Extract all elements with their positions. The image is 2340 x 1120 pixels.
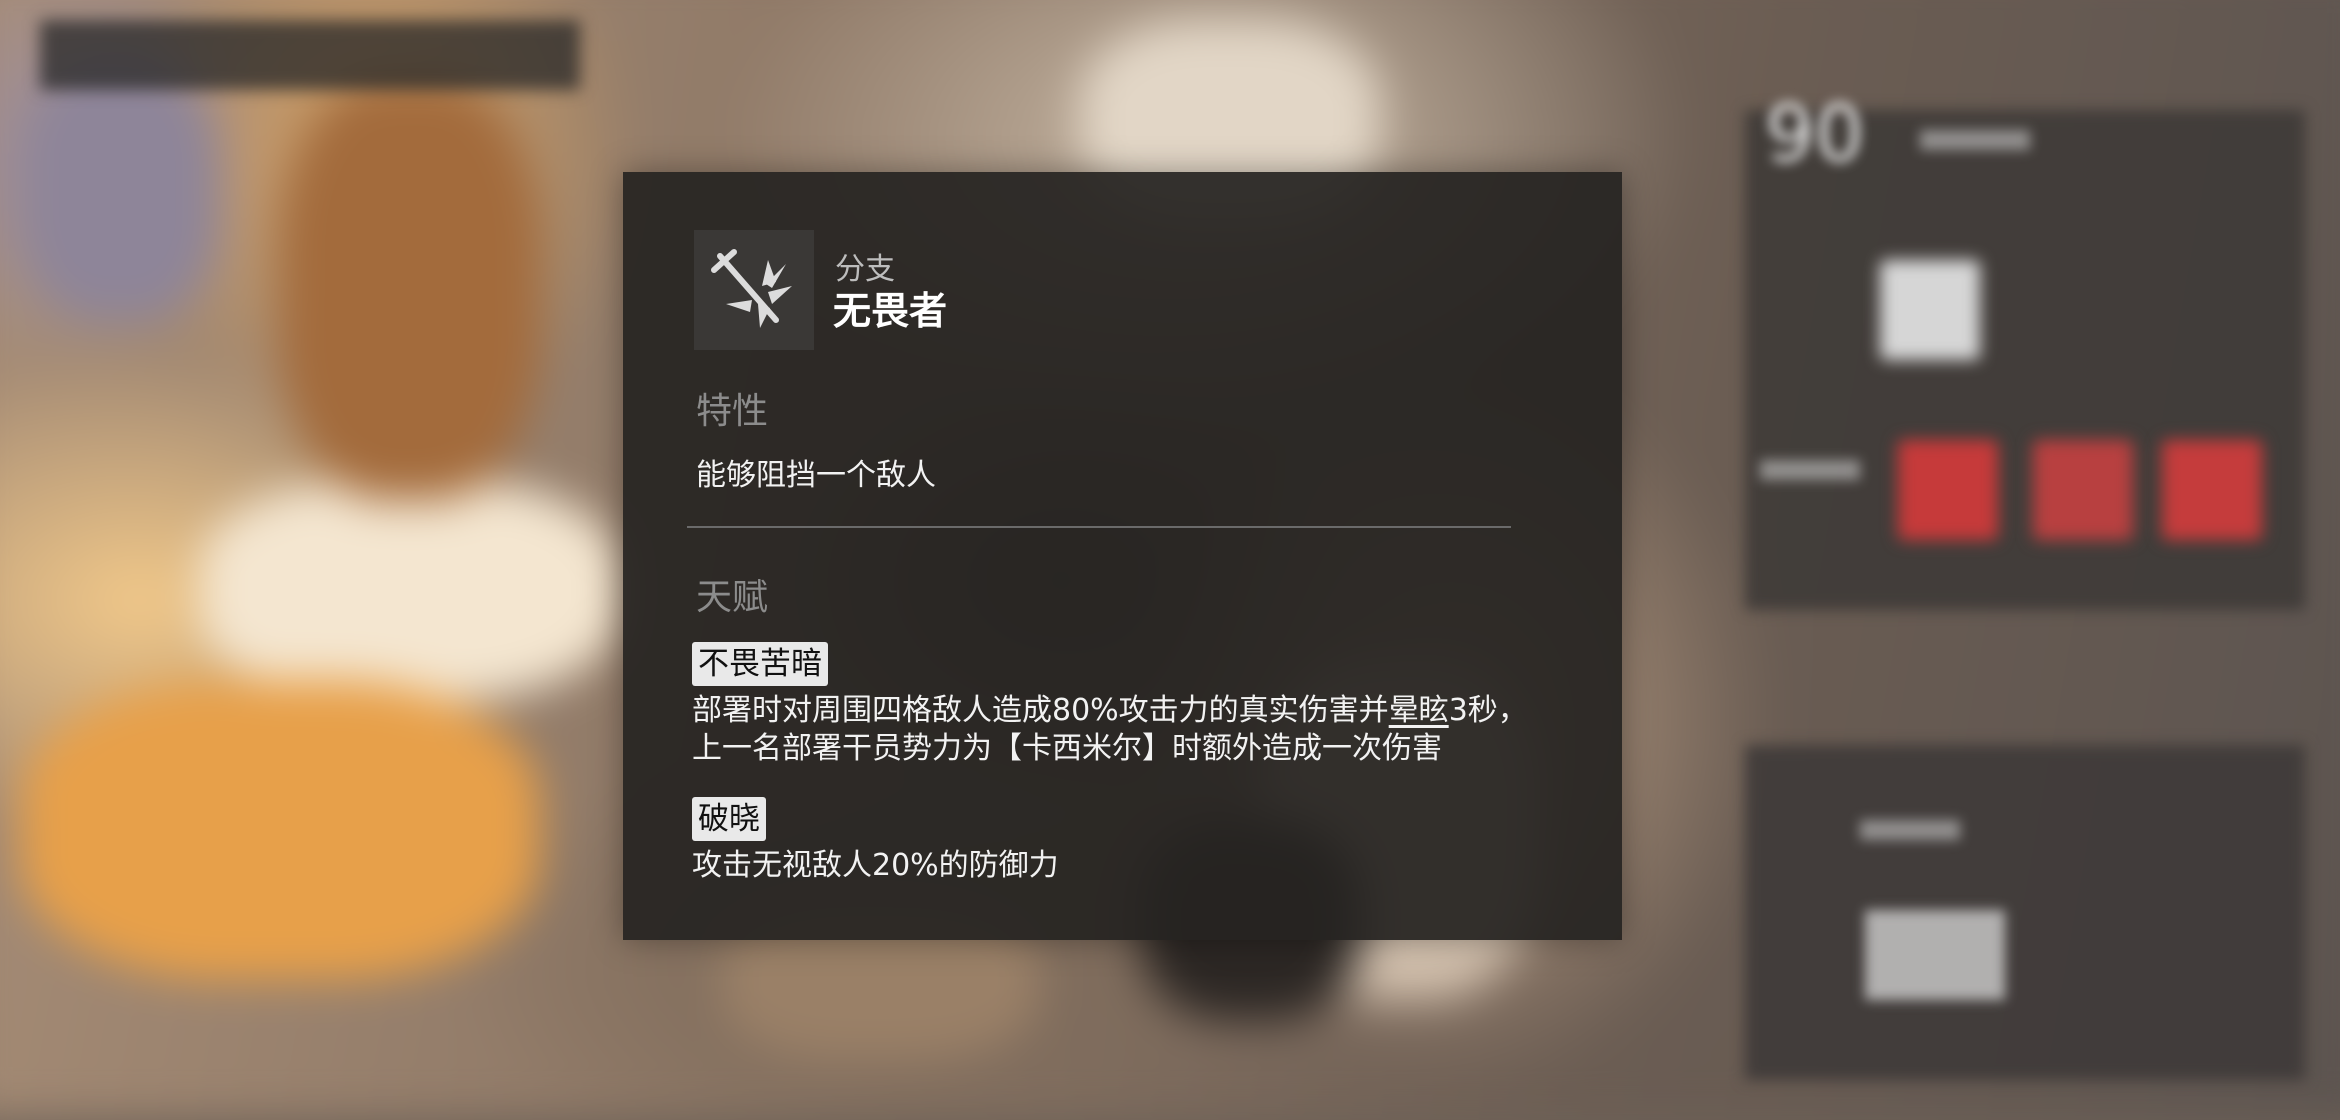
- talent-description: 部署时对周围四格敌人造成80%攻击力的真实伤害并晕眩3秒， 上一名部署干员势力为…: [692, 692, 1528, 768]
- blurred-label: [1920, 130, 2030, 150]
- sword-burst-icon: [711, 249, 792, 328]
- blurred-label: [1865, 910, 2005, 1000]
- operator-level: 90: [1765, 90, 1865, 180]
- skill-icon[interactable]: [1898, 440, 1998, 540]
- trait-section-title: 特性: [696, 391, 769, 432]
- branch-name: 无畏者: [833, 289, 948, 333]
- branch-icon-box: [694, 230, 814, 350]
- top-navigation-bar[interactable]: [40, 20, 580, 90]
- blurred-label: [1860, 820, 1960, 840]
- talent-description-text: 上一名部署干员势力为【卡西米尔】时额外造成一次伤害: [692, 731, 1442, 766]
- trait-text: 能够阻挡一个敌人: [696, 458, 936, 493]
- skill-icon[interactable]: [2033, 440, 2133, 540]
- skill-icon[interactable]: [2162, 440, 2262, 540]
- class-emblem-icon[interactable]: [1880, 260, 1980, 360]
- branch-detail-panel: 分支 无畏者 特性 能够阻挡一个敌人 天赋 不畏苦暗 部署时对周围四格敌人造成8…: [623, 172, 1622, 940]
- talent-name-tag: 不畏苦暗: [692, 642, 828, 686]
- blurred-label: [1760, 460, 1860, 480]
- talent-description-text: 3秒，: [1448, 693, 1528, 728]
- talent-section-title: 天赋: [696, 577, 769, 618]
- keyword-link-stun[interactable]: 晕眩: [1389, 693, 1449, 728]
- talent-description: 攻击无视敌人20%的防御力: [692, 848, 1059, 883]
- talent-description-text: 部署时对周围四格敌人造成80%攻击力的真实伤害并: [692, 693, 1389, 728]
- talent-name-tag: 破晓: [692, 797, 766, 841]
- operator-stats-panel: [1745, 745, 2305, 1080]
- section-divider: [687, 526, 1511, 528]
